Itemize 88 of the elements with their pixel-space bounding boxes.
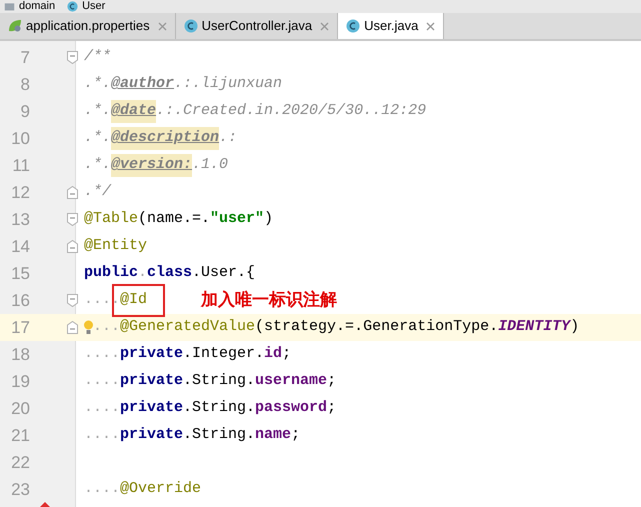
editor-tab[interactable]: User.java (338, 13, 444, 39)
keyword-text: class (147, 263, 192, 284)
annotation-note: 加入唯一标识注解 (201, 288, 338, 312)
field-name: username (255, 371, 328, 392)
class-icon (184, 19, 198, 33)
code-text: ; (327, 371, 336, 392)
constant-name: IDENTITY (498, 317, 570, 338)
close-icon[interactable] (158, 22, 167, 30)
fold-marker-icon[interactable] (67, 213, 78, 226)
comment-text: .*. (84, 101, 112, 122)
code-text: (name.=. (138, 209, 210, 230)
class-icon (346, 19, 360, 33)
field-name: name (255, 425, 292, 446)
close-icon[interactable] (426, 22, 436, 30)
code-text: (strategy.=.GenerationType. (255, 317, 498, 338)
keyword-text: private (120, 398, 184, 418)
line-number: 7 (20, 46, 30, 69)
whitespace-dots: .... (84, 425, 120, 446)
code-text: ) (264, 209, 274, 230)
keyword-text: private (120, 425, 184, 446)
comment-text: .:.lijunxuan (174, 74, 282, 94)
fold-marker-icon[interactable] (67, 51, 78, 64)
whitespace-dots: .... (84, 371, 120, 392)
line-number: 13 (10, 208, 30, 231)
line-number: 17 (10, 316, 30, 339)
line-number: 16 (10, 290, 30, 312)
line-number: 10 (10, 128, 30, 150)
class-icon (67, 1, 78, 12)
code-text: ; (327, 398, 336, 418)
fold-marker-icon[interactable] (67, 240, 78, 253)
keyword-text: private (120, 344, 184, 364)
line-number: 22 (10, 452, 30, 474)
line-number: 20 (10, 398, 30, 420)
line-number: 9 (20, 100, 30, 123)
comment-text: .*/ (84, 182, 112, 202)
code-text: .String. (183, 425, 256, 446)
comment-text: .1.0 (192, 155, 228, 176)
code-text: ; (282, 344, 292, 364)
field-name: password (255, 398, 328, 418)
fold-marker-icon[interactable] (67, 294, 78, 307)
whitespace-dots: ... (93, 317, 120, 338)
annotation-text: @Entity (84, 236, 148, 256)
lightbulb-icon[interactable] (84, 320, 93, 335)
doc-tag: @author (111, 73, 174, 96)
code-text: .String. (183, 398, 256, 418)
whitespace-dots: .... (84, 398, 120, 418)
line-number: 8 (20, 74, 30, 96)
line-number: 15 (10, 262, 30, 285)
code-text: .String. (183, 371, 256, 392)
keyword-text: private (120, 371, 184, 392)
field-name: id (264, 344, 282, 364)
annotation-text: @Table (84, 209, 138, 230)
doc-tag: @description (111, 127, 220, 150)
code-text: ) (570, 317, 580, 338)
line-number: 11 (11, 154, 30, 177)
comment-text: .: (219, 128, 238, 148)
comment-text: .*. (84, 74, 112, 94)
whitespace-dots: . (138, 263, 148, 284)
comment-text: /** (84, 47, 112, 68)
line-number: 19 (10, 370, 30, 393)
leaf-icon (8, 19, 22, 33)
keyword-text: public (84, 263, 138, 284)
line-number: 12 (10, 182, 30, 204)
comment-text: .*. (84, 155, 112, 176)
close-icon[interactable] (320, 22, 330, 30)
whitespace-dots: .... (84, 344, 120, 364)
comment-text: .:.Created.in.2020/5/30..12:29 (156, 101, 426, 122)
line-number: 18 (10, 344, 30, 366)
doc-tag: @date (111, 100, 156, 123)
annotation-text: @GeneratedValue (120, 317, 256, 338)
comment-text: .*. (84, 128, 112, 148)
folder-icon (4, 1, 15, 12)
whitespace-dots: .... (84, 479, 120, 500)
line-number: 21 (10, 424, 30, 447)
breadcrumb-item[interactable]: User (82, 0, 106, 13)
fold-marker-icon[interactable] (67, 186, 78, 199)
fold-marker-icon[interactable] (67, 321, 78, 334)
code-text: .Integer. (183, 344, 264, 364)
editor-tab[interactable]: UserController.java (176, 13, 338, 39)
annotation-text: @Override (120, 479, 202, 500)
code-text: .User.{ (192, 263, 256, 284)
line-number: 23 (10, 478, 30, 501)
line-number: 14 (10, 236, 30, 258)
string-literal: "user" (210, 209, 264, 230)
error-marker-icon (40, 502, 50, 507)
doc-tag: @version: (111, 154, 192, 177)
breadcrumb-item[interactable]: domain (19, 0, 56, 13)
code-text: ; (291, 425, 300, 446)
